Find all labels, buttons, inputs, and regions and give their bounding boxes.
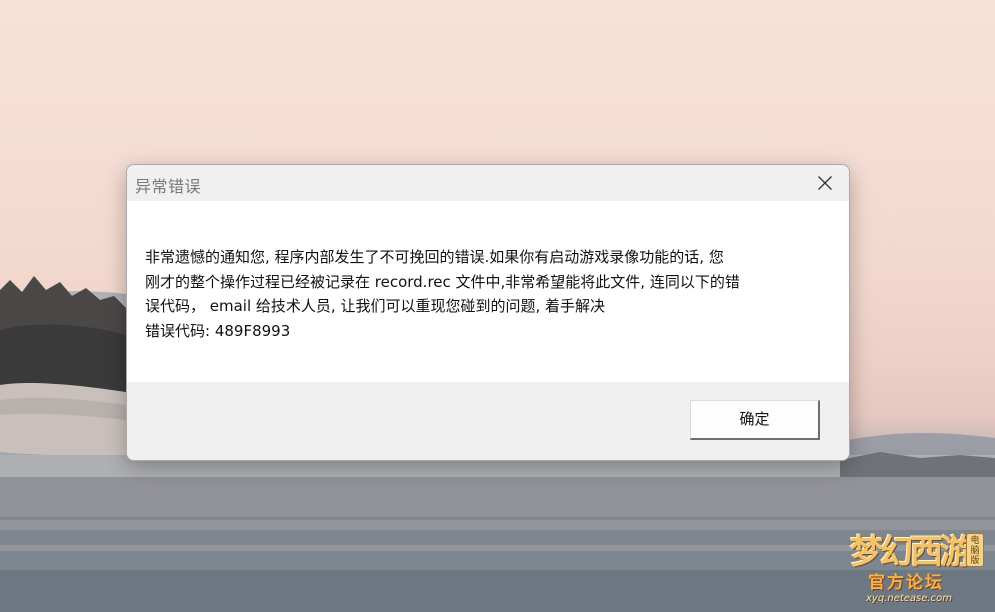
ok-button[interactable]: 确定 (690, 400, 820, 440)
error-code: 错误代码: 489F8993 (145, 321, 291, 340)
message-line: 非常遗憾的通知您, 程序内部发生了不可挽回的错误.如果你有启动游戏录像功能的话,… (145, 248, 724, 266)
error-dialog: 异常错误 非常遗憾的通知您, 程序内部发生了不可挽回的错误.如果你有启动游戏录像… (126, 164, 850, 461)
logo-subtitle: 官方论坛 (868, 573, 944, 593)
logo-badge: 电脑版 (966, 533, 984, 567)
dialog-content: 非常遗憾的通知您, 程序内部发生了不可挽回的错误.如果你有启动游戏录像功能的话,… (127, 201, 849, 382)
close-button[interactable] (801, 165, 849, 201)
dialog-titlebar[interactable]: 异常错误 (127, 165, 849, 201)
message-line: 误代码， email 给技术人员, 让我们可以重现您碰到的问题, 着手解决 (145, 297, 605, 315)
dialog-footer: 确定 (127, 382, 849, 460)
logo-title: 梦幻西游 (850, 532, 973, 571)
message-line: 刚才的整个操作过程已经被记录在 record.rec 文件中,非常希望能将此文件… (145, 272, 740, 291)
logo-site: xyq.netease.com (866, 593, 952, 604)
dialog-title: 异常错误 (135, 177, 202, 196)
error-message: 非常遗憾的通知您, 程序内部发生了不可挽回的错误.如果你有启动游戏录像功能的话,… (145, 245, 805, 343)
close-icon (818, 176, 832, 190)
watermark-logo: 梦幻西游 电脑版 官方论坛 xyq.netease.com (846, 525, 992, 609)
